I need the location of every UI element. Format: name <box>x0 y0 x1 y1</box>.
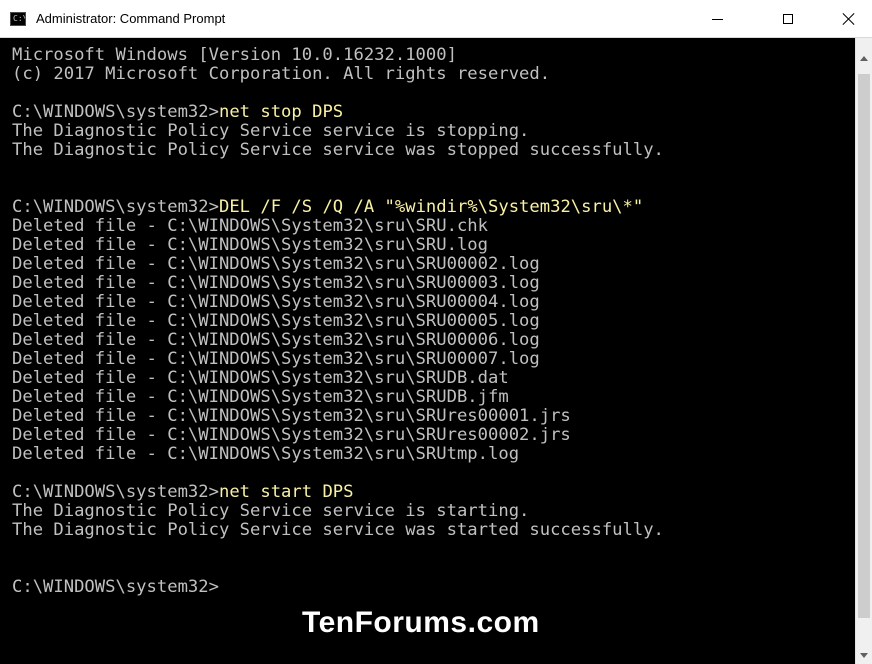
console-line: C:\WINDOWS\system32>net start DPS <box>12 483 664 502</box>
console-output-text: The Diagnostic Policy Service service is… <box>12 501 530 521</box>
console-line: C:\WINDOWS\system32> <box>12 578 664 597</box>
console-line: Deleted file - C:\WINDOWS\System32\sru\S… <box>12 274 664 293</box>
scroll-down-icon[interactable] <box>860 653 868 658</box>
console-output-text: The Diagnostic Policy Service service is… <box>12 121 530 141</box>
console-output-text: Deleted file - C:\WINDOWS\System32\sru\S… <box>12 406 571 426</box>
console-lines: Microsoft Windows [Version 10.0.16232.10… <box>12 46 664 597</box>
console-output-text: Deleted file - C:\WINDOWS\System32\sru\S… <box>12 444 520 464</box>
console-line: Deleted file - C:\WINDOWS\System32\sru\S… <box>12 217 664 236</box>
console-line: Deleted file - C:\WINDOWS\System32\sru\S… <box>12 331 664 350</box>
console-output-text: (c) 2017 Microsoft Corporation. All righ… <box>12 64 551 84</box>
minimize-icon <box>711 18 723 20</box>
minimize-button[interactable] <box>694 0 740 38</box>
console-line: Deleted file - C:\WINDOWS\System32\sru\S… <box>12 426 664 445</box>
console-line: Deleted file - C:\WINDOWS\System32\sru\S… <box>12 445 664 464</box>
console-line: Deleted file - C:\WINDOWS\System32\sru\S… <box>12 407 664 426</box>
console-output-text: Deleted file - C:\WINDOWS\System32\sru\S… <box>12 349 540 369</box>
console-line: Deleted file - C:\WINDOWS\System32\sru\S… <box>12 293 664 312</box>
console-line: Microsoft Windows [Version 10.0.16232.10… <box>12 46 664 65</box>
console-prompt: C:\WINDOWS\system32> <box>12 577 219 597</box>
console-output-text: Deleted file - C:\WINDOWS\System32\sru\S… <box>12 368 509 388</box>
console-line: Deleted file - C:\WINDOWS\System32\sru\S… <box>12 369 664 388</box>
console-output-text: Deleted file - C:\WINDOWS\System32\sru\S… <box>12 235 488 255</box>
console-command: net start DPS <box>218 482 354 502</box>
title-bar[interactable]: C:\ Administrator: Command Prompt <box>0 0 872 38</box>
command-prompt-window: C:\ Administrator: Command Prompt Micros… <box>0 0 872 664</box>
console-command: DEL /F /S /Q /A "%windir%\System32\sru\*… <box>218 197 644 217</box>
console-output-text: Deleted file - C:\WINDOWS\System32\sru\S… <box>12 330 540 350</box>
console-output-text: Deleted file - C:\WINDOWS\System32\sru\S… <box>12 425 571 445</box>
console-line: The Diagnostic Policy Service service is… <box>12 502 664 521</box>
console-line: Deleted file - C:\WINDOWS\System32\sru\S… <box>12 236 664 255</box>
window-title: Administrator: Command Prompt <box>36 11 226 26</box>
console-output-text: Deleted file - C:\WINDOWS\System32\sru\S… <box>12 216 488 236</box>
scroll-up-icon[interactable] <box>860 56 868 61</box>
console-line: C:\WINDOWS\system32>net stop DPS <box>12 103 664 122</box>
console-output-text: Deleted file - C:\WINDOWS\System32\sru\S… <box>12 273 540 293</box>
console-output-text: The Diagnostic Policy Service service wa… <box>12 140 664 160</box>
console-line: The Diagnostic Policy Service service is… <box>12 122 664 141</box>
vertical-scrollbar[interactable] <box>855 38 872 664</box>
console-line: Deleted file - C:\WINDOWS\System32\sru\S… <box>12 388 664 407</box>
console-icon[interactable]: C:\ <box>10 12 26 26</box>
console-line: The Diagnostic Policy Service service wa… <box>12 141 664 160</box>
maximize-icon <box>783 14 793 24</box>
console-command: net stop DPS <box>218 102 344 122</box>
maximize-button[interactable] <box>765 0 811 38</box>
console-output-text: Deleted file - C:\WINDOWS\System32\sru\S… <box>12 254 540 274</box>
scrollbar-thumb[interactable] <box>858 74 870 618</box>
console-prompt: C:\WINDOWS\system32> <box>12 102 219 122</box>
console-line: Deleted file - C:\WINDOWS\System32\sru\S… <box>12 350 664 369</box>
console-prompt: C:\WINDOWS\system32> <box>12 197 219 217</box>
console-line: (c) 2017 Microsoft Corporation. All righ… <box>12 65 664 84</box>
console-line: Deleted file - C:\WINDOWS\System32\sru\S… <box>12 255 664 274</box>
console-line: Deleted file - C:\WINDOWS\System32\sru\S… <box>12 312 664 331</box>
console-prompt: C:\WINDOWS\system32> <box>12 482 219 502</box>
watermark-logo: TenForums.com <box>302 606 540 639</box>
close-icon <box>842 12 856 26</box>
console-output[interactable]: Microsoft Windows [Version 10.0.16232.10… <box>0 38 855 664</box>
console-output-text: Deleted file - C:\WINDOWS\System32\sru\S… <box>12 387 509 407</box>
console-line: The Diagnostic Policy Service service wa… <box>12 521 664 540</box>
console-output-text: Microsoft Windows [Version 10.0.16232.10… <box>12 45 457 65</box>
close-button[interactable] <box>826 0 872 38</box>
console-output-text: Deleted file - C:\WINDOWS\System32\sru\S… <box>12 311 540 331</box>
console-output-text: The Diagnostic Policy Service service wa… <box>12 520 664 540</box>
console-output-text: Deleted file - C:\WINDOWS\System32\sru\S… <box>12 292 540 312</box>
console-line: C:\WINDOWS\system32>DEL /F /S /Q /A "%wi… <box>12 198 664 217</box>
